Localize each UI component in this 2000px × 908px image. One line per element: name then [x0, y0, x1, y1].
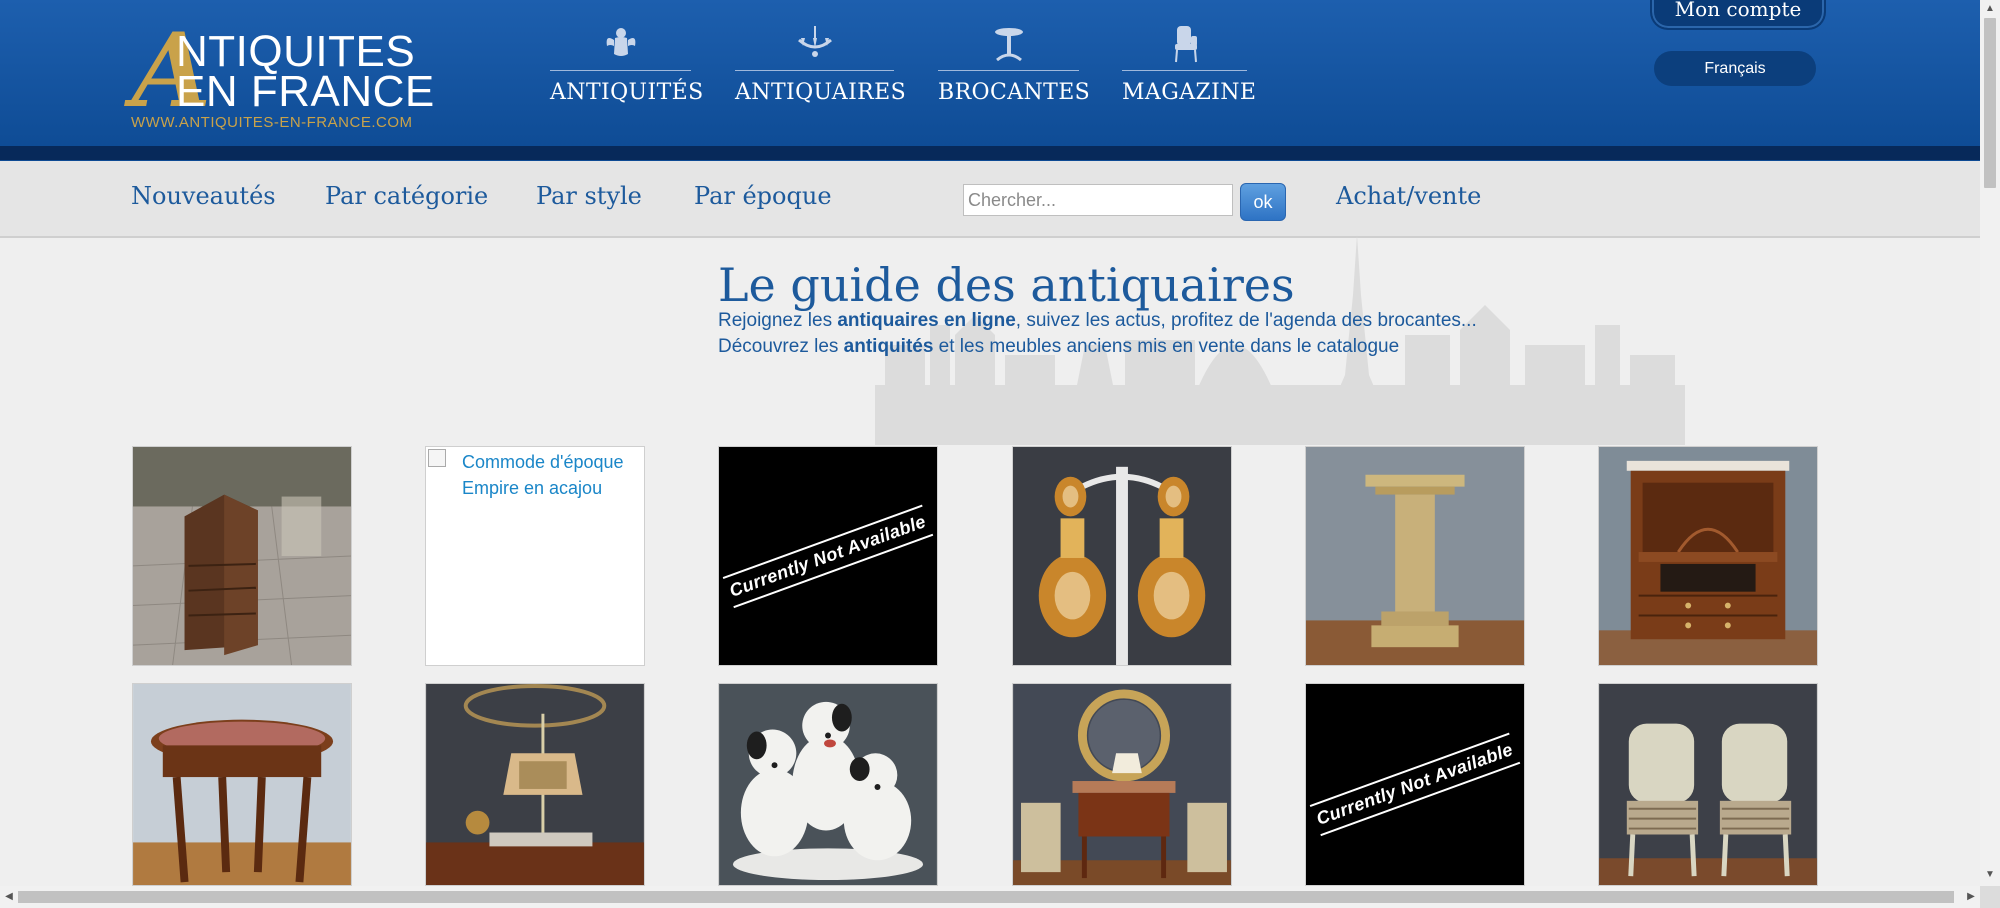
- product-thumbnail[interactable]: [1305, 446, 1525, 666]
- main-nav-antiquites[interactable]: ANTIQUITÉS: [550, 24, 704, 110]
- scroll-down-arrow-icon[interactable]: ▼: [1980, 866, 2000, 884]
- logo-line-2: EN FRANCE: [176, 67, 435, 116]
- main-nav-label: MAGAZINE: [1122, 80, 1257, 105]
- cherub-icon: [606, 28, 635, 56]
- product-thumbnail[interactable]: Commode d'époque Empire en acajou: [425, 446, 645, 666]
- not-available-label: Currently Not Available: [722, 504, 934, 608]
- product-image-secretary-desk: [133, 447, 351, 665]
- product-image-oval-side-table: [133, 684, 351, 885]
- subnav-par-style[interactable]: Par style: [536, 182, 642, 210]
- link-antiquites[interactable]: antiquités: [844, 336, 934, 357]
- scroll-up-arrow-icon[interactable]: ▲: [1980, 0, 2000, 18]
- hero-tagline-2: Découvrez les antiquités et les meubles …: [718, 336, 1400, 357]
- product-image-alt: Commode d'époque Empire en acajou: [462, 452, 624, 498]
- account-button[interactable]: Mon compte: [1650, 0, 1826, 30]
- subnav-par-epoque[interactable]: Par époque: [694, 182, 832, 210]
- product-thumbnail[interactable]: [1012, 683, 1232, 886]
- product-thumbnail[interactable]: [1012, 446, 1232, 666]
- product-thumbnail[interactable]: [1598, 683, 1818, 886]
- product-thumbnail[interactable]: Currently Not Available: [1305, 683, 1525, 886]
- logo-url: WWW.ANTIQUITES-EN-FRANCE.COM: [131, 114, 413, 131]
- broken-image-icon: [428, 449, 446, 467]
- subnav-achat-vente[interactable]: Achat/vente: [1336, 182, 1481, 210]
- language-selector[interactable]: Français: [1654, 51, 1816, 86]
- product-image-marble-column: [1306, 447, 1524, 665]
- product-thumbnail[interactable]: [718, 683, 938, 886]
- page-title: Le guide des antiquaires: [718, 258, 1295, 312]
- product-thumbnail[interactable]: [132, 683, 352, 886]
- not-available-label: Currently Not Available: [1309, 732, 1521, 837]
- pedestal-table-icon: [994, 28, 1023, 62]
- link-antiquaires-en-ligne[interactable]: antiquaires en ligne: [837, 310, 1015, 331]
- product-image-porcelain-dogs: [719, 684, 937, 885]
- vertical-scroll-thumb[interactable]: [1984, 18, 1996, 188]
- sub-navigation: Nouveautés Par catégorie Par style Par é…: [0, 161, 1980, 238]
- product-image-mirror-console: [1013, 684, 1231, 885]
- search-submit-button[interactable]: ok: [1240, 183, 1286, 221]
- main-nav-magazine[interactable]: MAGAZINE: [1122, 24, 1257, 110]
- main-nav-label: ANTIQUITÉS: [550, 80, 704, 105]
- armchair-icon: [1174, 26, 1197, 63]
- product-image-pair-of-armchairs: [1599, 684, 1817, 885]
- scroll-left-arrow-icon[interactable]: ◀: [0, 886, 18, 908]
- subnav-nouveautes[interactable]: Nouveautés: [131, 182, 276, 210]
- horizontal-scroll-thumb[interactable]: [18, 891, 1954, 903]
- site-logo[interactable]: A NTIQUITES EN FRANCE WWW.ANTIQUITES-EN-…: [130, 20, 450, 136]
- subnav-par-categorie[interactable]: Par catégorie: [325, 182, 488, 210]
- product-image-bouillotte-lamp: [426, 684, 644, 885]
- main-nav-label: ANTIQUAIRES: [735, 80, 907, 105]
- chandelier-icon: [797, 26, 832, 57]
- vertical-scrollbar[interactable]: ▲ ▼: [1980, 0, 2000, 908]
- horizontal-scrollbar[interactable]: ◀ ▶: [0, 886, 1980, 908]
- product-image-cameo-earrings: [1013, 447, 1231, 665]
- product-image-empire-secretaire: [1599, 447, 1817, 665]
- main-nav-brocantes[interactable]: BROCANTES: [938, 24, 1091, 110]
- main-nav-label: BROCANTES: [938, 80, 1091, 105]
- search-input[interactable]: [963, 184, 1233, 216]
- product-thumbnail[interactable]: Currently Not Available: [718, 446, 938, 666]
- header-bottom-band: [0, 146, 1980, 160]
- account-label: Mon compte: [1674, 0, 1802, 21]
- hero-tagline-1: Rejoignez les antiquaires en ligne, suiv…: [718, 310, 1477, 331]
- main-nav-antiquaires[interactable]: ANTIQUAIRES: [735, 24, 907, 110]
- product-thumbnail[interactable]: [1598, 446, 1818, 666]
- product-thumbnail[interactable]: [132, 446, 352, 666]
- product-thumbnail[interactable]: [425, 683, 645, 886]
- scroll-right-arrow-icon[interactable]: ▶: [1962, 886, 1980, 908]
- scrollbar-corner: [1980, 886, 2000, 908]
